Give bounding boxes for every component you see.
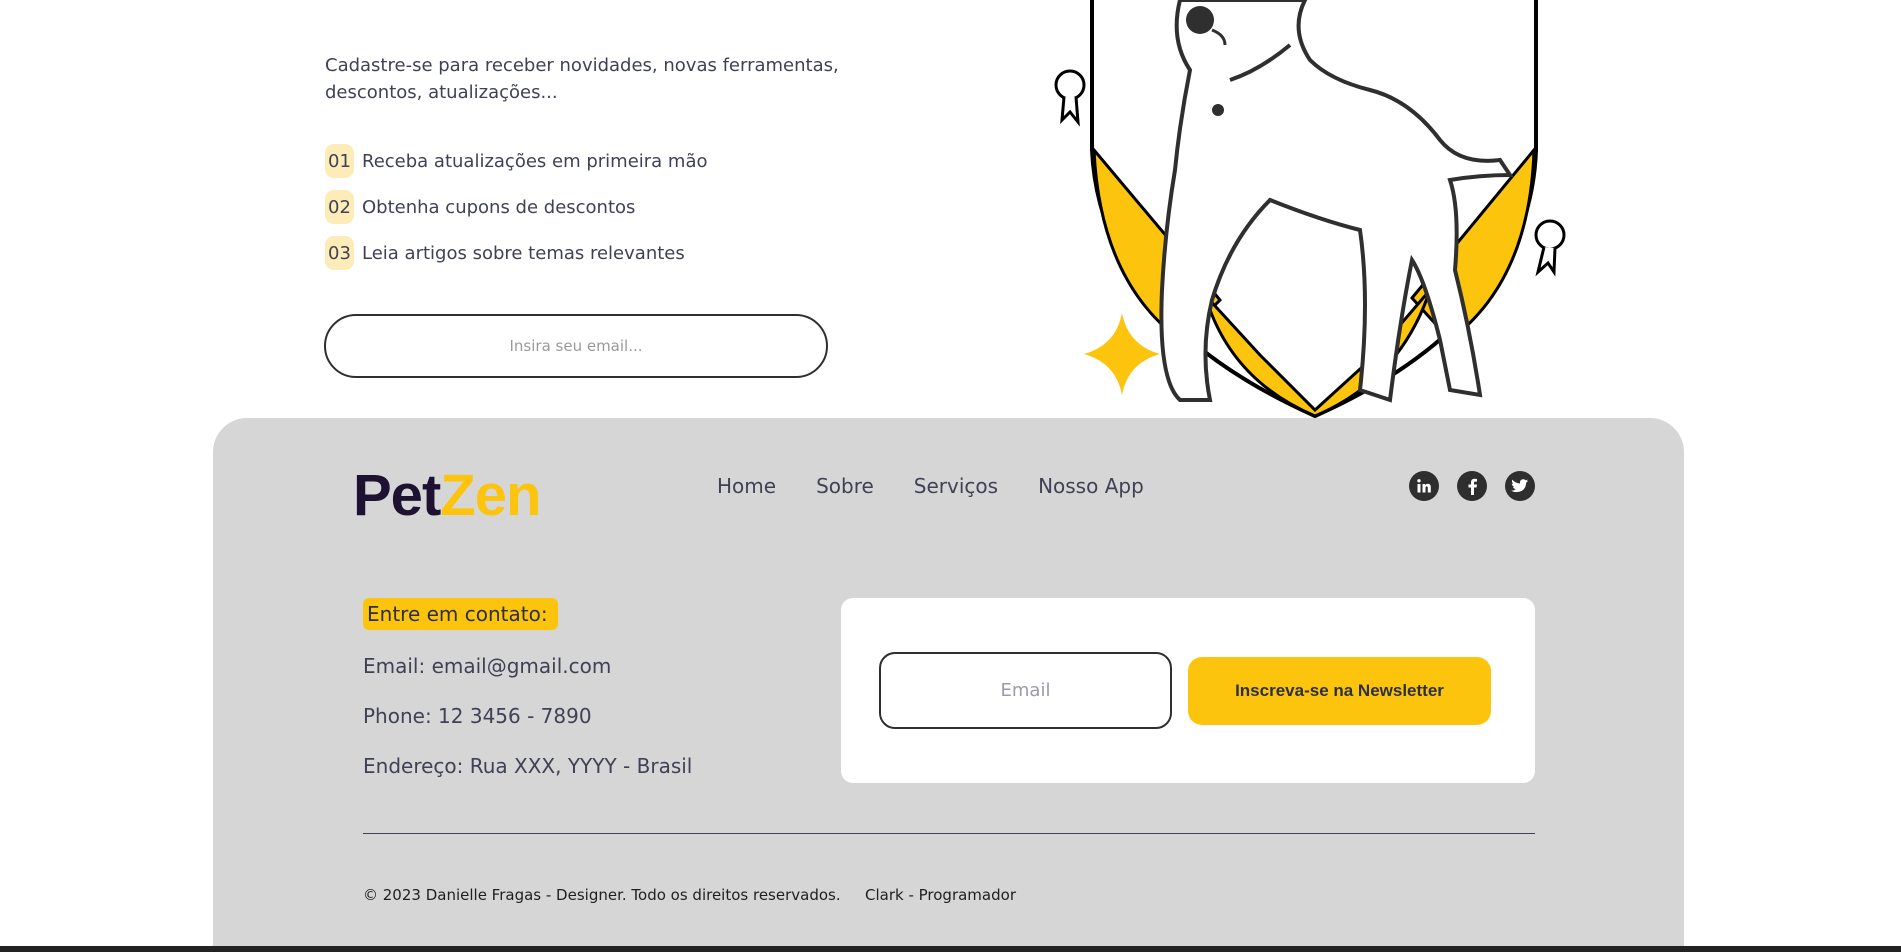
twitter-icon[interactable] bbox=[1505, 471, 1535, 501]
facebook-icon[interactable] bbox=[1457, 471, 1487, 501]
dog-illustration bbox=[1054, 0, 1566, 419]
logo-text-zen: Zen bbox=[440, 463, 541, 528]
newsletter-email-input[interactable] bbox=[324, 314, 828, 378]
benefit-text: Leia artigos sobre temas relevantes bbox=[362, 242, 685, 264]
nav-home[interactable]: Home bbox=[717, 474, 776, 498]
benefit-number: 02 bbox=[325, 190, 354, 224]
copyright-text: © 2023 Danielle Fragas - Designer. Todo … bbox=[363, 886, 841, 904]
footer-divider bbox=[363, 833, 1535, 834]
petzen-logo[interactable]: PetZen bbox=[353, 462, 541, 529]
nav-sobre[interactable]: Sobre bbox=[816, 474, 874, 498]
contact-title: Entre em contato: bbox=[363, 598, 558, 630]
benefit-text: Receba atualizações em primeira mão bbox=[362, 150, 708, 172]
benefits-list: 01 Receba atualizações em primeira mão 0… bbox=[325, 144, 708, 282]
benefit-text: Obtenha cupons de descontos bbox=[362, 196, 636, 218]
footer-email-input[interactable] bbox=[879, 652, 1172, 729]
newsletter-intro: Cadastre-se para receber novidades, nova… bbox=[325, 55, 839, 103]
contact-address: Endereço: Rua XXX, YYYY - Brasil bbox=[363, 754, 693, 778]
benefit-item: 01 Receba atualizações em primeira mão bbox=[325, 144, 708, 178]
benefit-number: 03 bbox=[325, 236, 354, 270]
footer-nav: Home Sobre Serviços Nosso App bbox=[717, 474, 1144, 498]
bottom-bar bbox=[0, 946, 1901, 952]
nav-nosso-app[interactable]: Nosso App bbox=[1038, 474, 1144, 498]
benefit-item: 03 Leia artigos sobre temas relevantes bbox=[325, 236, 708, 270]
contact-phone: Phone: 12 3456 - 7890 bbox=[363, 704, 592, 728]
benefit-number: 01 bbox=[325, 144, 354, 178]
nav-servicos[interactable]: Serviços bbox=[914, 474, 998, 498]
credit-link[interactable]: Clark - Programador bbox=[865, 886, 1016, 904]
linkedin-icon[interactable] bbox=[1409, 471, 1439, 501]
footer: PetZen Home Sobre Serviços Nosso App Ent… bbox=[213, 418, 1684, 952]
benefit-item: 02 Obtenha cupons de descontos bbox=[325, 190, 708, 224]
subscribe-newsletter-button[interactable]: Inscreva-se na Newsletter bbox=[1188, 657, 1491, 725]
social-links bbox=[1409, 471, 1535, 501]
logo-text-pet: Pet bbox=[353, 463, 441, 528]
contact-email: Email: email@gmail.com bbox=[363, 654, 612, 678]
newsletter-card: Inscreva-se na Newsletter bbox=[841, 598, 1535, 783]
